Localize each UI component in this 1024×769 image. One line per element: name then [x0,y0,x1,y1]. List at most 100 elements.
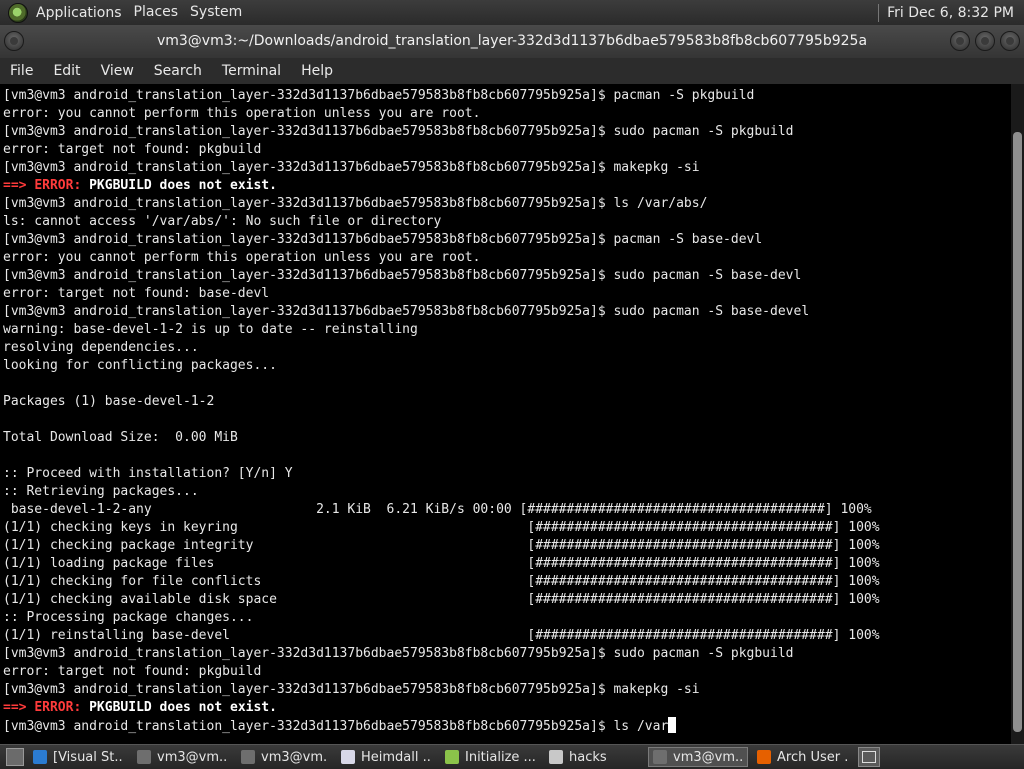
terminal-line: ls: cannot access '/var/abs/': No such f… [3,213,1011,231]
line-text: :: Processing package changes... [3,610,254,625]
terminal-scrollbar[interactable] [1011,84,1024,744]
taskbar-item-label: [Visual St... [53,749,123,765]
line-text: [vm3@vm3 android_translation_layer-332d3… [3,682,700,697]
taskbar-item[interactable]: Heimdall ... [336,747,436,767]
taskbar-item-label: Initialize ... [465,749,535,765]
taskbar-item-label: vm3@vm... [673,749,743,765]
terminal-line: [vm3@vm3 android_translation_layer-332d3… [3,195,1011,213]
terminal-line: (1/1) loading package files [###########… [3,555,1011,573]
line-text: error: you cannot perform this operation… [3,106,481,121]
terminal-line: (1/1) reinstalling base-devel [#########… [3,627,1011,645]
line-text: error: target not found: base-devl [3,286,270,301]
terminal-line: [vm3@vm3 android_translation_layer-332d3… [3,645,1011,663]
menu-places[interactable]: Places [134,0,179,25]
line-text: [vm3@vm3 android_translation_layer-332d3… [3,88,755,103]
error-arrow: ==> [3,178,27,193]
line-text: error: target not found: pkgbuild [3,142,262,157]
menu-system[interactable]: System [190,0,242,25]
terminal-line: ==> ERROR: PKGBUILD does not exist. [3,177,1011,195]
terminal-line: Total Download Size: 0.00 MiB [3,429,1011,447]
terminal-line: error: target not found: pkgbuild [3,141,1011,159]
line-text: resolving dependencies... [3,340,199,355]
current-command-line: [vm3@vm3 android_translation_layer-332d3… [3,719,669,734]
menu-applications[interactable]: Applications [36,5,122,21]
taskbar-item[interactable]: vm3@vm... [236,747,332,767]
terminal-line: [vm3@vm3 android_translation_layer-332d3… [3,123,1011,141]
line-text: (1/1) checking package integrity [######… [3,538,880,553]
line-text: looking for conflicting packages... [3,358,277,373]
taskbar-item[interactable]: [Visual St... [28,747,128,767]
error-arrow: ==> [3,700,27,715]
menu-help[interactable]: Help [291,58,343,84]
terminal-icon [653,750,667,764]
terminal-line: resolving dependencies... [3,339,1011,357]
terminal-line: Packages (1) base-devel-1-2 [3,393,1011,411]
menu-view[interactable]: View [91,58,144,84]
menu-edit[interactable]: Edit [43,58,90,84]
taskbar-item-label: hacks [569,749,607,765]
terminal-output[interactable]: [vm3@vm3 android_translation_layer-332d3… [0,84,1011,744]
android-icon [445,750,459,764]
clock[interactable]: Fri Dec 6, 8:32 PM [887,5,1014,21]
terminal-line: [vm3@vm3 android_translation_layer-332d3… [3,681,1011,699]
terminal-line: error: target not found: pkgbuild [3,663,1011,681]
terminal-line: :: Processing package changes... [3,609,1011,627]
error-label: ERROR: [34,700,82,715]
scrollbar-thumb[interactable] [1013,132,1022,732]
terminal-line: base-devel-1-2-any 2.1 KiB 6.21 KiB/s 00… [3,501,1011,519]
terminal-line: error: you cannot perform this operation… [3,105,1011,123]
terminal-line: [vm3@vm3 android_translation_layer-332d3… [3,267,1011,285]
line-text: [vm3@vm3 android_translation_layer-332d3… [3,304,810,319]
terminal-line: :: Proceed with installation? [Y/n] Y [3,465,1011,483]
taskbar-item[interactable]: vm3@vm... [648,747,748,767]
terminal-line: [vm3@vm3 android_translation_layer-332d3… [3,87,1011,105]
taskbar-item-label: vm3@vm... [261,749,327,765]
line-text: error: target not found: pkgbuild [3,664,262,679]
line-text: [vm3@vm3 android_translation_layer-332d3… [3,646,794,661]
bottom-taskbar: [Visual St... vm3@vm... vm3@vm... Heimdall … [0,744,1024,769]
terminal-icon [241,750,255,764]
menu-search[interactable]: Search [144,58,212,84]
taskbar-item[interactable]: vm3@vm... [132,747,232,767]
line-text: warning: base-devel-1-2 is up to date --… [3,322,418,337]
line-text: (1/1) reinstalling base-devel [#########… [3,628,880,643]
terminal-line: (1/1) checking package integrity [######… [3,537,1011,555]
line-text: ls: cannot access '/var/abs/': No such f… [3,214,442,229]
line-text: [vm3@vm3 android_translation_layer-332d3… [3,160,700,175]
error-message: PKGBUILD does not exist. [89,700,277,715]
line-text: [vm3@vm3 android_translation_layer-332d3… [3,232,763,247]
terminal-line: [vm3@vm3 android_translation_layer-332d3… [3,303,1011,321]
terminal-line: [vm3@vm3 android_translation_layer-332d3… [3,159,1011,177]
line-text: :: Proceed with installation? [Y/n] Y [3,466,293,481]
applications-icon[interactable] [8,2,28,23]
line-text: (1/1) checking available disk space [###… [3,592,880,607]
terminal-line: looking for conflicting packages... [3,357,1011,375]
taskbar-item[interactable]: Arch User ... [752,747,852,767]
error-label: ERROR: [34,178,82,193]
show-desktop-icon[interactable] [6,748,24,766]
minimize-button[interactable] [950,31,970,51]
terminal-line: [vm3@vm3 android_translation_layer-332d3… [3,717,1011,735]
taskbar-item[interactable]: Initialize ... [440,747,540,767]
line-text: base-devel-1-2-any 2.1 KiB 6.21 KiB/s 00… [3,502,872,517]
maximize-button[interactable] [975,31,995,51]
taskbar-item[interactable]: hacks [544,747,644,767]
terminal-menubar: File Edit View Search Terminal Help [0,58,1024,84]
folder-icon [549,750,563,764]
menu-file[interactable]: File [0,58,43,84]
line-text: error: you cannot perform this operation… [3,250,481,265]
error-message: PKGBUILD does not exist. [89,178,277,193]
window-titlebar[interactable]: vm3@vm3:~/Downloads/android_translation_… [0,25,1024,58]
close-button[interactable] [1000,31,1020,51]
terminal-line: :: Retrieving packages... [3,483,1011,501]
taskbar-item-label: vm3@vm... [157,749,227,765]
terminal-cursor [668,717,677,733]
workspace-switcher[interactable] [858,747,880,767]
menu-terminal[interactable]: Terminal [212,58,291,84]
line-text: (1/1) checking for file conflicts [#####… [3,574,880,589]
line-text: Packages (1) base-devel-1-2 [3,394,215,409]
panel-separator [878,3,880,22]
